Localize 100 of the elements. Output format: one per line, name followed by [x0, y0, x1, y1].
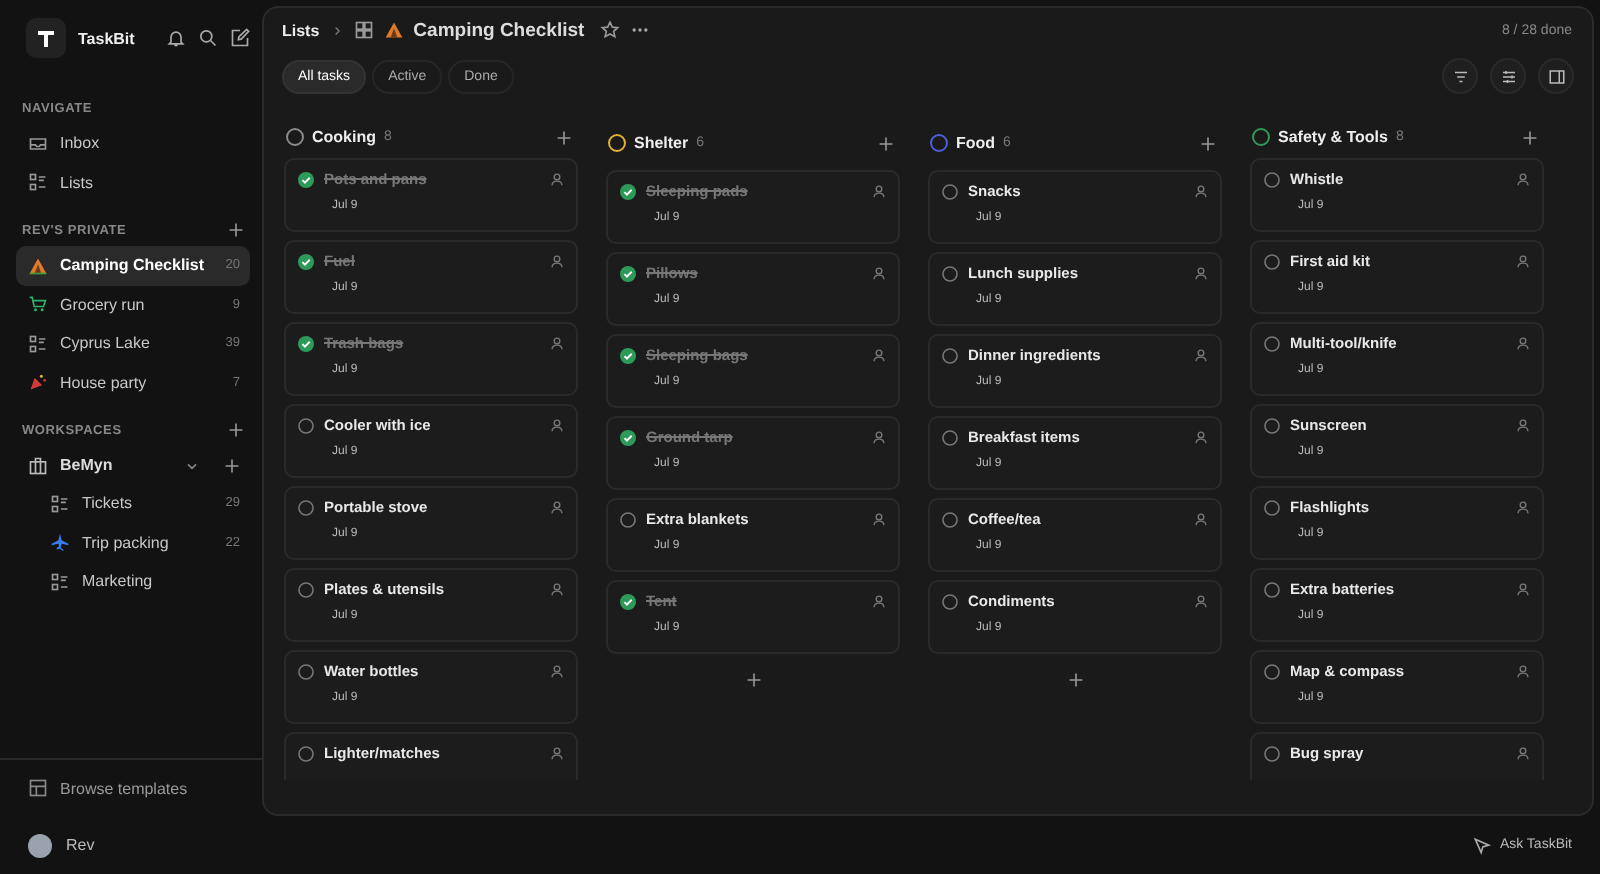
checkbox[interactable] — [942, 347, 958, 363]
assignee-icon[interactable] — [872, 184, 886, 198]
checkbox[interactable] — [298, 663, 314, 679]
sliders-icon — [1499, 67, 1517, 85]
side-panel-button[interactable] — [1538, 58, 1574, 94]
sidebar-item-label: Camping Checklist — [60, 256, 207, 275]
column-title: Food — [956, 134, 996, 152]
checkbox[interactable] — [298, 499, 314, 515]
compose-icon[interactable] — [230, 28, 250, 48]
assignee-icon[interactable] — [1516, 746, 1530, 760]
assignee-icon[interactable] — [872, 594, 886, 608]
checkbox[interactable] — [1264, 581, 1280, 597]
checkbox[interactable] — [1264, 335, 1280, 351]
assignee-icon[interactable] — [550, 664, 564, 678]
star-icon[interactable] — [600, 20, 621, 40]
settings-button[interactable] — [1490, 58, 1526, 94]
checkbox[interactable] — [620, 429, 636, 445]
add-task-icon[interactable] — [745, 672, 761, 688]
checkbox[interactable] — [942, 593, 958, 609]
inbox-icon — [28, 133, 48, 154]
assignee-icon[interactable] — [1516, 254, 1530, 268]
template-icon — [28, 778, 48, 798]
side-panel-icon — [1547, 67, 1565, 85]
sidebar-item-label: Cyprus Lake — [60, 334, 152, 353]
add-icon[interactable] — [878, 135, 894, 151]
breadcrumb-link[interactable]: Lists — [282, 21, 320, 39]
checkbox[interactable] — [298, 745, 314, 761]
assignee-icon[interactable] — [1516, 582, 1530, 596]
checkbox[interactable] — [942, 183, 958, 199]
add-icon[interactable] — [224, 457, 240, 473]
add-task-icon[interactable] — [1067, 672, 1083, 688]
checkbox[interactable] — [298, 581, 314, 597]
sidebar-item-label: House party — [60, 373, 149, 392]
app-name: TaskBit — [78, 29, 137, 47]
checkbox[interactable] — [620, 183, 636, 199]
assignee-icon[interactable] — [1194, 266, 1208, 280]
checkbox[interactable] — [620, 593, 636, 609]
assignee-icon[interactable] — [872, 266, 886, 280]
page-title: Camping Checklist — [413, 19, 585, 41]
add-icon[interactable] — [1200, 135, 1216, 151]
assignee-icon[interactable] — [550, 172, 564, 186]
checkbox[interactable] — [298, 417, 314, 433]
add-icon[interactable] — [1522, 129, 1538, 145]
checkbox[interactable] — [1264, 663, 1280, 679]
logo-icon — [26, 18, 66, 58]
assignee-icon[interactable] — [1516, 172, 1530, 186]
checkbox[interactable] — [1264, 745, 1280, 761]
search-icon[interactable] — [198, 28, 218, 48]
filter-icon — [1451, 67, 1469, 85]
checkbox[interactable] — [942, 265, 958, 281]
add-icon[interactable] — [556, 129, 572, 145]
assignee-icon[interactable] — [872, 430, 886, 444]
checkbox[interactable] — [1264, 171, 1280, 187]
checkbox[interactable] — [298, 335, 314, 351]
assignee-icon[interactable] — [550, 254, 564, 268]
sidebar-item-label: Tickets — [82, 494, 135, 513]
assignee-icon[interactable] — [1194, 430, 1208, 444]
assignee-icon[interactable] — [1516, 418, 1530, 432]
assignee-icon[interactable] — [1194, 512, 1208, 526]
checkbox[interactable] — [1264, 499, 1280, 515]
sidebar-item-label: Lists — [60, 173, 95, 192]
sidebar-item-label: Inbox — [60, 134, 102, 153]
assignee-icon[interactable] — [1194, 594, 1208, 608]
column-title: Cooking — [312, 128, 376, 146]
assignee-icon[interactable] — [872, 348, 886, 362]
assignee-icon[interactable] — [550, 500, 564, 514]
assignee-icon[interactable] — [550, 418, 564, 432]
sidebar-item-label: Trip packing — [82, 533, 171, 552]
assignee-icon[interactable] — [550, 582, 564, 596]
filter-button[interactable] — [1442, 58, 1478, 94]
add-icon[interactable] — [228, 222, 244, 238]
assignee-icon[interactable] — [550, 746, 564, 760]
airplane-icon — [50, 532, 70, 553]
cart-icon — [28, 294, 48, 315]
cursor-icon — [1471, 835, 1492, 855]
list-icon — [28, 172, 48, 193]
party-popper-icon — [28, 372, 48, 393]
assignee-icon[interactable] — [1516, 336, 1530, 350]
checkbox[interactable] — [620, 265, 636, 281]
checkbox[interactable] — [1264, 253, 1280, 269]
checkbox[interactable] — [942, 429, 958, 445]
checkbox[interactable] — [298, 171, 314, 187]
checkbox[interactable] — [942, 511, 958, 527]
list-icon — [50, 571, 70, 592]
sidebar-item[interactable]: Inbox — [16, 124, 250, 163]
checkbox[interactable] — [1264, 417, 1280, 433]
sidebar-item[interactable]: Marketing — [16, 562, 250, 601]
sidebar-item[interactable]: Lists — [16, 163, 250, 202]
assignee-icon[interactable] — [1516, 500, 1530, 514]
notifications-icon[interactable] — [166, 28, 186, 48]
checkbox[interactable] — [620, 511, 636, 527]
assignee-icon[interactable] — [1194, 348, 1208, 362]
checkbox[interactable] — [620, 347, 636, 363]
assignee-icon[interactable] — [1194, 184, 1208, 198]
assignee-icon[interactable] — [1516, 664, 1530, 678]
assignee-icon[interactable] — [872, 512, 886, 526]
assignee-icon[interactable] — [550, 336, 564, 350]
add-icon[interactable] — [228, 422, 244, 438]
checkbox[interactable] — [298, 253, 314, 269]
avatar[interactable] — [28, 833, 52, 857]
